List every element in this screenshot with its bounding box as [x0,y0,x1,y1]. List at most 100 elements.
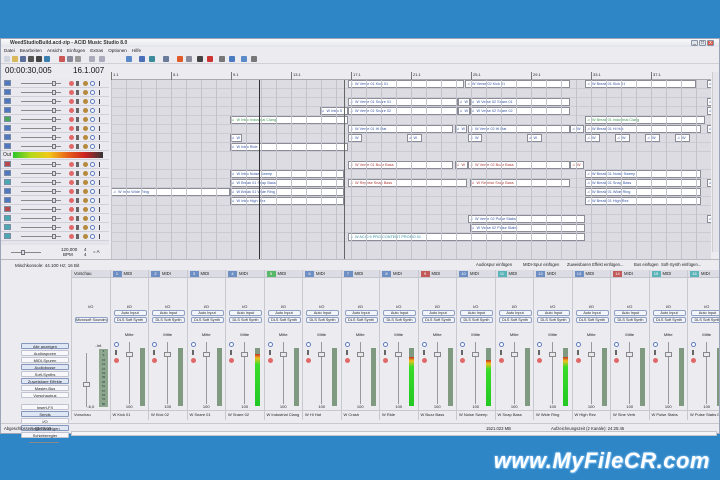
volume-slider[interactable] [52,207,56,212]
audio-clip[interactable]: W [406,134,422,142]
auto-input-button[interactable]: Auto Input [152,310,185,316]
track-header[interactable] [1,232,109,241]
fx-icon[interactable] [90,234,95,239]
channel-header[interactable]: 2 MIDI [149,270,187,278]
record-arm-icon[interactable] [69,108,74,113]
fx-icon[interactable] [90,81,95,86]
track-header[interactable] [1,160,109,169]
audio-clip[interactable]: W [615,134,630,142]
audio-clip[interactable]: W [645,134,660,142]
audio-clip[interactable]: W Break 01 High Rez [585,197,701,205]
mute-icon[interactable] [76,180,79,185]
soft-synth-button[interactable]: DLS Soft Synth [306,317,339,323]
new-icon[interactable] [4,56,10,62]
mute-icon[interactable] [76,135,79,140]
auto-input-button[interactable]: Auto Input [383,310,416,316]
auto-input-button[interactable]: Auto Input [691,310,719,316]
time-signature-bottom[interactable]: 4 [84,252,87,257]
track-menu-icon[interactable] [99,117,100,122]
metronome-icon[interactable] [251,56,257,62]
track-menu-icon[interactable] [99,126,100,131]
channel-header[interactable]: 12 MIDI [534,270,572,278]
track-header[interactable] [1,115,109,124]
menu-bearbeiten[interactable]: Bearbeiten [20,48,42,53]
track-header[interactable] [1,223,109,232]
solo-icon[interactable] [83,162,88,167]
solo-icon[interactable] [83,216,88,221]
record-arm-icon[interactable] [267,358,273,363]
mute-icon[interactable] [76,171,79,176]
volume-slider[interactable] [52,99,56,104]
track-header[interactable] [1,187,109,196]
audio-clip[interactable]: W Reprise Snap Bass [469,179,570,187]
volume-fader[interactable] [164,352,171,357]
mute-icon[interactable] [76,162,79,167]
record-arm-icon[interactable] [69,144,74,149]
audio-clip[interactable]: W Break 01 Industrial Clang [585,116,705,124]
soft-synth-button[interactable]: DLS Soft Synth [113,317,147,323]
solo-icon[interactable] [83,198,88,203]
soft-synth-button[interactable]: DLS Soft Synth [383,317,416,323]
mute-icon[interactable] [76,189,79,194]
minimize-button[interactable]: _ [691,40,698,46]
volume-fader[interactable] [395,352,402,357]
channel-header[interactable]: 14 MIDI [611,270,649,278]
fx-icon[interactable] [90,108,95,113]
soft-synth-button[interactable]: DLS Soft Synth [152,317,185,323]
record-arm-icon[interactable] [69,126,74,131]
auto-input-button[interactable]: Auto Input [267,310,301,316]
record-arm-icon[interactable] [69,90,74,95]
auto-input-button[interactable]: Auto Input [421,310,455,316]
fx-icon[interactable] [614,342,619,347]
auto-input-button[interactable]: Auto Input [344,310,378,316]
volume-fader[interactable] [125,352,133,357]
copy-icon[interactable] [67,56,73,62]
volume-slider[interactable] [52,162,56,167]
mixer-view-soft-synths[interactable]: Soft-Synths [21,371,69,377]
mute-icon[interactable] [576,350,579,355]
audio-clip[interactable]: W Intro Ride [229,143,348,151]
record-arm-icon[interactable] [344,358,350,363]
mixer-view-midi-spuren[interactable]: MIDI-Spuren [21,357,69,363]
record-arm-icon[interactable] [460,358,465,363]
solo-icon[interactable] [83,189,88,194]
record-arm-icon[interactable] [69,81,74,86]
channel-header[interactable]: 13 MIDI [572,270,610,278]
auto-input-button[interactable]: Auto Input [306,310,339,316]
solo-icon[interactable] [83,117,88,122]
mute-icon[interactable] [461,350,463,355]
volume-slider[interactable] [52,135,56,140]
record-arm-icon[interactable] [69,162,74,167]
track-header[interactable] [1,169,109,178]
render-icon[interactable] [44,56,50,62]
paste-icon[interactable] [75,56,81,62]
mixer-view-master-bus[interactable]: Master-Bus [21,385,69,391]
record-arm-icon[interactable] [575,358,581,363]
channel-header[interactable]: 15 MIDI [649,270,687,278]
fx-icon[interactable] [90,171,95,176]
fx-icon[interactable] [90,90,95,95]
solo-icon[interactable] [83,135,88,140]
print-icon[interactable] [28,56,34,62]
zoom-tool-icon[interactable] [126,56,132,62]
soft-synth-button[interactable]: DLS Soft Synth [190,317,224,323]
mute-icon[interactable] [653,350,656,355]
channel-header[interactable]: 3 MIDI [187,270,225,278]
fx-icon[interactable] [652,342,658,347]
volume-fader[interactable] [279,352,287,357]
mute-icon[interactable] [76,207,79,212]
menu-hilfe[interactable]: Hilfe [132,48,141,53]
volume-fader[interactable] [626,352,633,357]
volume-slider[interactable] [52,81,56,86]
mute-icon[interactable] [307,350,309,355]
audio-clip[interactable]: W Verse 02 Hi Hat [468,125,570,133]
fx-icon[interactable] [113,342,119,347]
record-arm-icon[interactable] [383,358,388,363]
volume-slider[interactable] [52,216,56,221]
mixer-view-audiobusse[interactable]: Audiobusse [21,364,69,370]
audio-clip[interactable]: W Break 01 Snap Bass [585,179,701,187]
soft-synth-button[interactable]: DLS Soft Synth [344,317,378,323]
record-arm-icon[interactable] [69,225,74,230]
maximize-button[interactable]: □ [699,40,706,46]
snap-icon[interactable] [139,56,145,62]
